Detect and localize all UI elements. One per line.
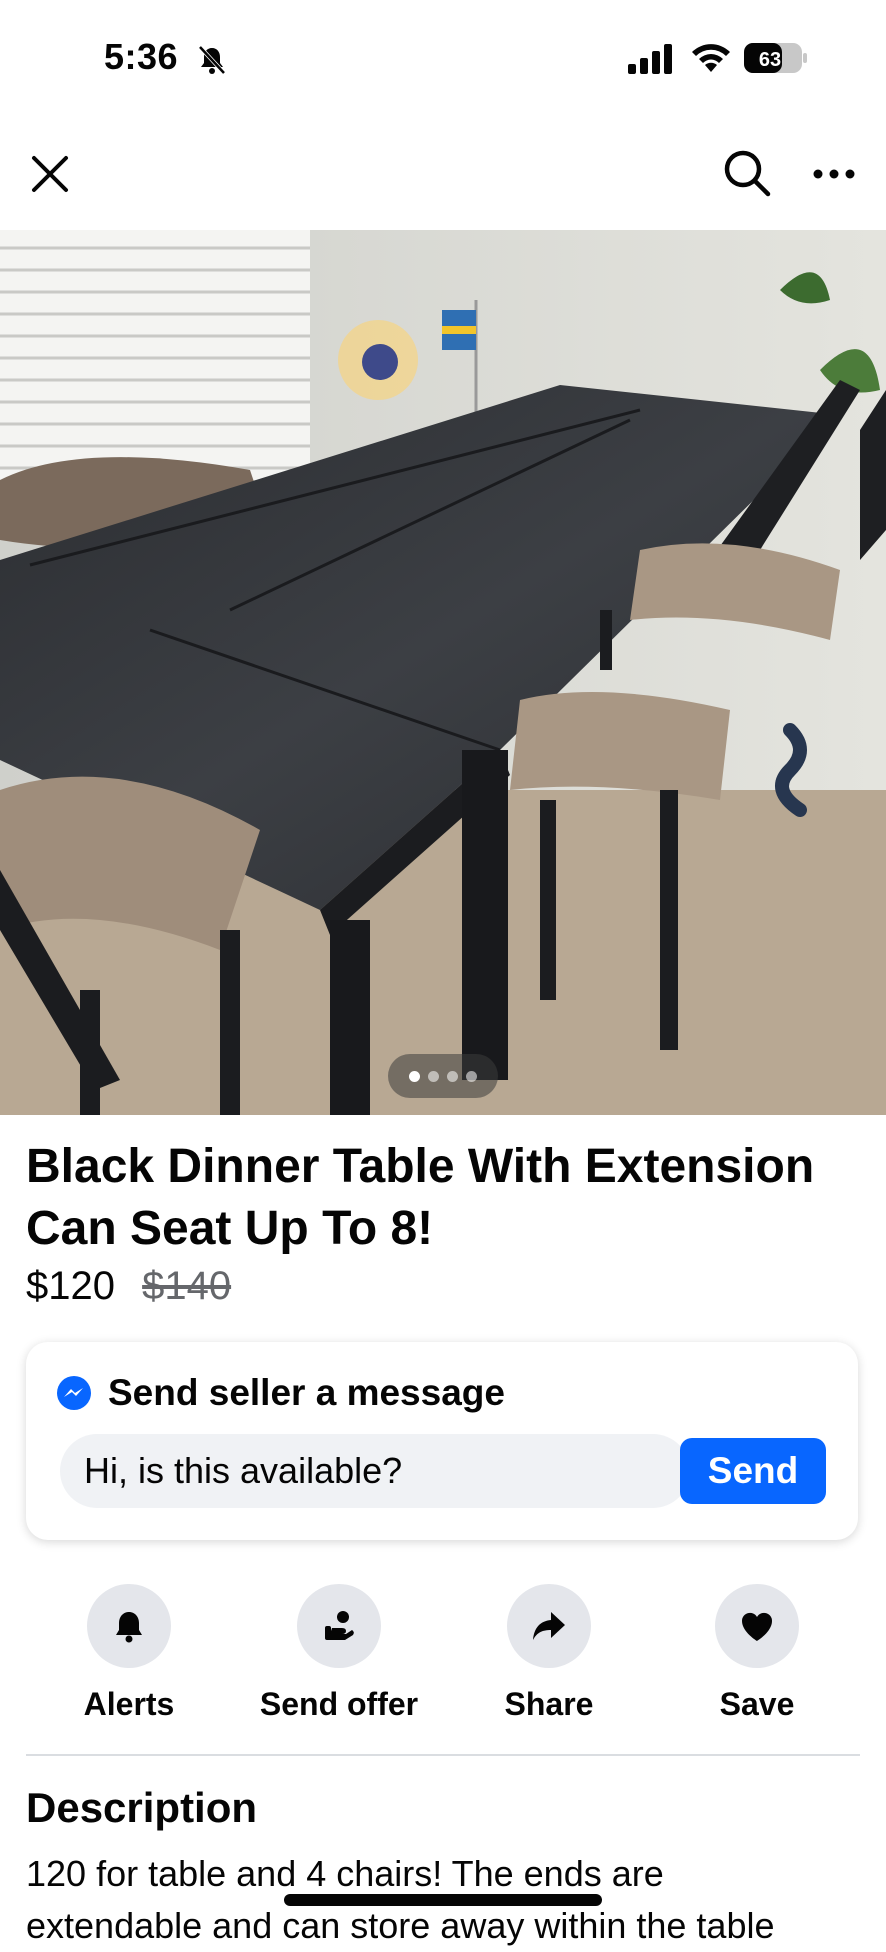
alerts-label: Alerts [83, 1686, 175, 1722]
alerts-icon-circle[interactable] [87, 1584, 171, 1668]
listing-photo-illustration [0, 230, 886, 1115]
save-icon-circle[interactable] [715, 1584, 799, 1668]
save-label: Save [719, 1686, 795, 1722]
status-time: 5:36 [104, 36, 179, 77]
wifi-icon [692, 44, 730, 72]
carousel-dot[interactable] [447, 1070, 458, 1082]
search-icon[interactable] [722, 148, 772, 198]
message-card-header: Send seller a message [56, 1372, 505, 1414]
share-icon-circle[interactable] [507, 1584, 591, 1668]
share-button[interactable]: Share [444, 1584, 654, 1723]
action-row: Alerts Send offer Share Save [0, 1584, 886, 1734]
send-offer-button[interactable]: Send offer [234, 1584, 444, 1723]
listing-price: $120 [26, 1264, 115, 1308]
message-card-title: Send seller a message [108, 1372, 505, 1413]
battery-level: 63 [759, 49, 781, 71]
bell-off-icon [198, 45, 226, 75]
send-offer-label: Send offer [259, 1686, 419, 1722]
carousel-dot[interactable] [409, 1070, 420, 1082]
close-icon[interactable] [28, 152, 72, 196]
listing-photo[interactable] [0, 230, 886, 1115]
battery-icon: 63 [744, 43, 807, 73]
save-button[interactable]: Save [652, 1584, 862, 1723]
carousel-dot[interactable] [428, 1070, 439, 1082]
message-input[interactable] [60, 1434, 690, 1508]
alerts-button[interactable]: Alerts [24, 1584, 234, 1723]
carousel-dot[interactable] [466, 1070, 477, 1082]
section-divider [26, 1754, 860, 1756]
heart-icon [741, 1612, 773, 1641]
send-button[interactable]: Send [680, 1438, 826, 1504]
send-offer-icon-circle[interactable] [297, 1584, 381, 1668]
share-label: Share [504, 1686, 594, 1722]
home-indicator[interactable] [284, 1894, 602, 1906]
bell-icon [116, 1612, 142, 1643]
send-message-card: Send seller a message Send [26, 1342, 858, 1540]
more-options-icon[interactable] [812, 164, 856, 184]
signal-icon [628, 44, 672, 74]
photo-carousel-indicator[interactable] [388, 1054, 498, 1098]
description-heading: Description [26, 1784, 258, 1831]
listing-title: Black Dinner Table With Extension Can Se… [26, 1140, 815, 1255]
listing-original-price: $140 [142, 1264, 232, 1308]
share-icon [533, 1612, 565, 1640]
offer-icon [325, 1611, 354, 1640]
price-row: $120 $140 [26, 1264, 231, 1309]
messenger-icon [57, 1376, 91, 1410]
status-bar: 5:36 63 [0, 0, 886, 120]
